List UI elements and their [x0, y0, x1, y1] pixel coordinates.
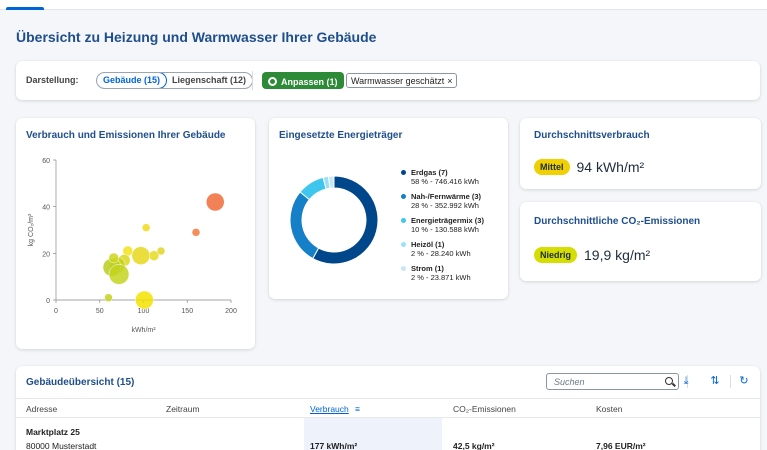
- legend-dot: [401, 194, 406, 199]
- cell-co2: 42,5 kg/m²: [453, 441, 495, 450]
- cell-city: 80000 Musterstadt: [26, 441, 97, 450]
- filter-chip-label: Warmwasser geschätzt: [351, 75, 445, 86]
- table-header: Adresse Zeitraum Verbrauch ≡ CO₂-Emissio…: [16, 398, 760, 418]
- legend-dot: [401, 266, 406, 271]
- y-axis-label: kg CO₂/m²: [28, 213, 35, 246]
- close-icon[interactable]: ×: [447, 76, 452, 86]
- legend-detail: 58 % - 746.416 kWh: [411, 177, 479, 186]
- divider: [730, 375, 731, 388]
- filter-icon[interactable]: ≡: [355, 404, 360, 414]
- building-overview-table: Gebäudeübersicht (15) Suchen ⤓ ⇅ ↻ Adres…: [16, 366, 760, 450]
- kpi2-title: Durchschnittliche CO₂-Emissionen: [534, 216, 701, 227]
- scatter-point: [141, 223, 151, 232]
- legend-item: Energieträgermix (3) 10 % - 130.588 kWh: [401, 216, 484, 234]
- active-tab-indicator[interactable]: [6, 7, 44, 10]
- y-tick-label: 0: [46, 298, 50, 305]
- kpi2-value: 19,9 kg/m²: [584, 247, 651, 263]
- avg-consumption-card: Durchschnittsverbrauch Mittel 94 kWh/m²: [520, 118, 761, 189]
- legend-item: Strom (1) 2 % - 23.871 kWh: [401, 264, 484, 282]
- y-tick-label: 60: [42, 158, 50, 165]
- display-segmented-control: Gebäude (15) Liegenschaft (12): [96, 72, 254, 89]
- energy-title: Eingesetzte Energieträger: [279, 130, 403, 141]
- page-title: Übersicht zu Heizung und Warmwasser Ihre…: [16, 29, 377, 45]
- status-badge: Mittel: [534, 159, 570, 175]
- energy-carriers-card: Eingesetzte Energieträger Erdgas (7) 58 %…: [269, 118, 508, 299]
- gear-icon: [268, 77, 277, 86]
- segment-gebaeude[interactable]: Gebäude (15): [97, 73, 168, 88]
- legend-detail: 2 % - 23.871 kWh: [411, 273, 471, 282]
- legend-label: Heizöl (1): [411, 240, 445, 249]
- column-co2[interactable]: CO₂-Emissionen: [453, 404, 516, 414]
- reset-icon[interactable]: ↻: [736, 373, 752, 389]
- column-zeitraum[interactable]: Zeitraum: [166, 404, 200, 414]
- y-tick-label: 40: [42, 205, 50, 212]
- donut-slice: [327, 175, 335, 189]
- energy-legend: Erdgas (7) 58 % - 746.416 kWh Nah-/Fernwär…: [401, 168, 484, 288]
- legend-label: Nah-/Fernwärme (3): [411, 192, 482, 201]
- column-adresse[interactable]: Adresse: [26, 404, 57, 414]
- legend-detail: 10 % - 130.588 kWh: [411, 225, 479, 234]
- donut-slice: [289, 191, 320, 260]
- column-kosten[interactable]: Kosten: [596, 404, 622, 414]
- status-badge: Niedrig: [534, 247, 578, 263]
- sort-icon[interactable]: ⇅: [707, 373, 723, 389]
- scatter-chart: 02040600 50 100 150 200kWh/m²kg CO₂/m²: [28, 158, 237, 334]
- legend-label: Strom (1): [411, 264, 444, 273]
- scatter-point: [131, 246, 151, 265]
- energy-donut-chart: [289, 175, 379, 265]
- search-input[interactable]: Suchen: [546, 373, 679, 390]
- adjust-button[interactable]: Anpassen (1): [262, 72, 344, 89]
- search-icon[interactable]: [665, 377, 673, 385]
- scatter-point: [135, 290, 154, 310]
- display-label: Darstellung:: [26, 75, 79, 85]
- column-verbrauch[interactable]: Verbrauch: [310, 404, 349, 414]
- legend-detail: 28 % - 352.992 kWh: [411, 201, 479, 210]
- cell-kosten: 7,96 EUR/m²: [596, 441, 646, 450]
- filter-bar: Darstellung: Gebäude (15) Liegenschaft (…: [16, 61, 760, 100]
- scatter-point: [206, 192, 225, 212]
- kpi2-content: Niedrig 19,9 kg/m²: [534, 247, 650, 263]
- avg-co2-card: Durchschnittliche CO₂-Emissionen Niedrig…: [520, 202, 761, 281]
- scatter-point: [108, 264, 130, 285]
- download-icon[interactable]: ⤓: [678, 373, 694, 389]
- cell-verbrauch: 177 kWh/m²: [310, 441, 358, 450]
- kpi1-content: Mittel 94 kWh/m²: [534, 159, 644, 175]
- x-tick-label: 0: [54, 308, 58, 315]
- kpi1-value: 94 kWh/m²: [576, 159, 645, 175]
- legend-item: Heizöl (1) 2 % - 28.240 kWh: [401, 240, 484, 258]
- x-axis-label: kWh/m²: [131, 327, 156, 334]
- legend-dot: [401, 218, 406, 223]
- scatter-point: [148, 250, 160, 261]
- x-tick-label: 50: [96, 308, 104, 315]
- search-placeholder: Suchen: [554, 377, 585, 387]
- filter-chip[interactable]: Warmwasser geschätzt ×: [346, 73, 458, 88]
- x-tick-label: 200: [225, 308, 237, 315]
- divider: [252, 71, 253, 90]
- legend-item: Erdgas (7) 58 % - 746.416 kWh: [401, 168, 484, 186]
- scatter-point: [104, 293, 113, 302]
- adjust-button-label: Anpassen (1): [281, 76, 338, 87]
- legend-detail: 2 % - 28.240 kWh: [411, 249, 471, 258]
- legend-dot: [401, 170, 406, 175]
- y-tick-label: 20: [42, 251, 50, 258]
- x-tick-label: 150: [181, 308, 193, 315]
- legend-label: Erdgas (7): [411, 168, 448, 177]
- emissions-scatter-card: Verbrauch und Emissionen Ihrer Gebäude 0…: [16, 118, 255, 349]
- kpi1-title: Durchschnittsverbrauch: [534, 130, 650, 141]
- segment-liegenschaft[interactable]: Liegenschaft (12): [166, 73, 252, 88]
- table-title: Gebäudeübersicht (15): [26, 377, 135, 388]
- legend-dot: [401, 242, 406, 247]
- cell-street: Marktplatz 25: [26, 427, 80, 437]
- legend-label: Energieträgermix (3): [411, 216, 484, 225]
- legend-item: Nah-/Fernwärme (3) 28 % - 352.992 kWh: [401, 192, 484, 210]
- scatter-point: [191, 228, 201, 237]
- top-tab-bar: [0, 0, 767, 10]
- scatter-point: [108, 252, 119, 264]
